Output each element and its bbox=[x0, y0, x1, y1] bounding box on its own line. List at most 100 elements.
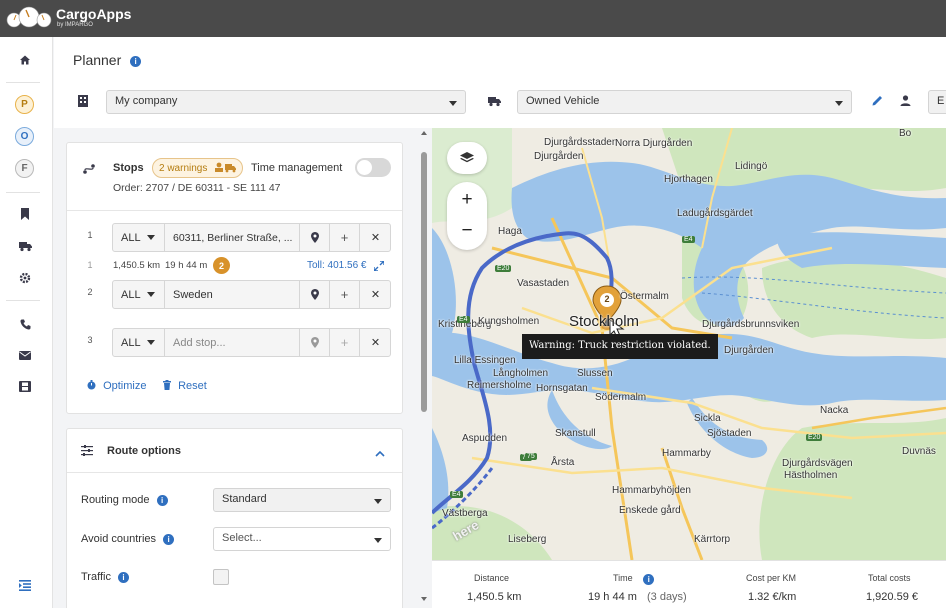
left-panel-scrollbar[interactable] bbox=[418, 128, 430, 608]
remove-stop-icon[interactable]: ✕ bbox=[360, 329, 391, 356]
road-badge: E4 bbox=[457, 316, 470, 323]
time-value-text: 19 h 44 m bbox=[588, 591, 637, 603]
zoom-out-button[interactable]: − bbox=[447, 218, 487, 246]
time-days: (3 days) bbox=[646, 591, 687, 603]
stop-type-select[interactable]: ALL bbox=[113, 329, 165, 356]
gear-icon[interactable] bbox=[15, 268, 35, 288]
time-management-toggle[interactable] bbox=[355, 158, 391, 177]
list-collapse-icon[interactable] bbox=[15, 575, 35, 595]
map-label: Hästholmen bbox=[784, 470, 838, 481]
extra-select[interactable]: E bbox=[928, 90, 946, 114]
map-label: Bo bbox=[899, 128, 912, 139]
chevron-up-icon[interactable] bbox=[375, 446, 385, 460]
pencil-icon[interactable] bbox=[872, 95, 883, 109]
add-icon[interactable]: + bbox=[330, 224, 360, 251]
company-select[interactable]: My company bbox=[106, 90, 466, 114]
map-label: Hjorthagen bbox=[664, 174, 713, 185]
traffic-label: Traffic i bbox=[81, 571, 130, 583]
home-icon[interactable] bbox=[15, 50, 35, 70]
route-leg: 1 1,450.5 km 19 h 44 m 2 Toll: 401.56 € bbox=[67, 256, 402, 276]
traffic-checkbox[interactable] bbox=[213, 569, 229, 585]
add-icon[interactable]: + bbox=[330, 329, 360, 356]
planner-o-button[interactable]: O bbox=[15, 127, 34, 146]
vehicle-select[interactable]: Owned Vehicle bbox=[517, 90, 852, 114]
map-label: Kärrtorp bbox=[694, 534, 731, 545]
routing-mode-select[interactable]: Standard bbox=[213, 488, 391, 512]
map-label: Aspudden bbox=[462, 433, 508, 444]
map-label: Skanstull bbox=[555, 428, 596, 439]
stop-input-group: ALL 60311, Berliner Straße, ... + ✕ bbox=[112, 223, 391, 252]
trash-icon bbox=[163, 380, 171, 393]
map-label: Liseberg bbox=[508, 534, 547, 545]
info-icon[interactable]: i bbox=[163, 534, 175, 545]
zoom-in-button[interactable]: + bbox=[447, 186, 487, 214]
remove-stop-icon[interactable]: ✕ bbox=[360, 224, 391, 251]
info-icon[interactable]: i bbox=[156, 495, 168, 506]
location-pin-icon[interactable] bbox=[300, 329, 330, 356]
map-label: Ladugårdsgärdet bbox=[677, 208, 753, 219]
warnings-badge[interactable]: 2 warnings bbox=[152, 158, 244, 178]
scrollbar-thumb[interactable] bbox=[421, 152, 427, 412]
planner-p-button[interactable]: P bbox=[15, 95, 34, 114]
leg-number: 1 bbox=[87, 260, 93, 270]
map-label: Slussen bbox=[577, 368, 613, 379]
user-icon[interactable] bbox=[900, 95, 911, 109]
road-badge: E4 bbox=[450, 491, 463, 498]
chevron-down-icon bbox=[374, 499, 382, 504]
optimize-button[interactable]: Optimize bbox=[87, 380, 146, 393]
map-label: Östermalm bbox=[620, 291, 669, 302]
remove-stop-icon[interactable]: ✕ bbox=[360, 281, 391, 308]
add-stop-input[interactable]: Add stop... bbox=[165, 329, 300, 356]
mail-icon[interactable] bbox=[15, 345, 35, 365]
route-options-header[interactable]: Route options bbox=[67, 429, 402, 473]
zoom-controls: + − bbox=[447, 182, 487, 250]
map-label: Djurgårdsvägen bbox=[782, 458, 853, 469]
app-byline: by IMPARGO bbox=[57, 22, 93, 28]
map-label: Sjöstaden bbox=[707, 428, 752, 439]
phone-icon[interactable] bbox=[15, 314, 35, 334]
time-value: 19 h 44 m (3 days) bbox=[588, 591, 687, 603]
layers-button[interactable] bbox=[447, 142, 487, 174]
total-costs-value: 1,920.59 € bbox=[866, 591, 918, 603]
routing-mode-text: Routing mode bbox=[81, 494, 150, 506]
stop-type-select[interactable]: ALL bbox=[113, 224, 165, 251]
stop-input-group: ALL Sweden + ✕ bbox=[112, 280, 391, 309]
stop-type-value: ALL bbox=[121, 231, 141, 244]
map-label: Västberga bbox=[442, 508, 488, 519]
stopwatch-icon bbox=[87, 380, 96, 393]
toll-link[interactable]: Toll: 401.56 € bbox=[307, 260, 367, 271]
truck-icon[interactable] bbox=[15, 236, 35, 256]
map-label: Hammarby bbox=[662, 448, 711, 459]
reset-label: Reset bbox=[178, 380, 207, 392]
location-pin-icon[interactable] bbox=[300, 281, 330, 308]
info-icon[interactable]: i bbox=[643, 574, 655, 585]
avoid-countries-select[interactable]: Select... bbox=[213, 527, 391, 551]
location-pin-icon[interactable] bbox=[300, 224, 330, 251]
order-info: Order: 2707 / DE 60311 - SE 111 47 bbox=[113, 182, 281, 194]
leg-time: 19 h 44 m bbox=[165, 260, 208, 271]
info-icon[interactable]: i bbox=[118, 572, 130, 583]
distance-label: Distance bbox=[474, 573, 510, 583]
reset-button[interactable]: Reset bbox=[163, 380, 207, 393]
info-icon[interactable]: i bbox=[130, 56, 142, 67]
film-icon[interactable] bbox=[15, 376, 35, 396]
bookmark-icon[interactable] bbox=[15, 204, 35, 224]
stops-title: Stops bbox=[113, 162, 144, 174]
stop-address-input[interactable]: Sweden bbox=[165, 281, 300, 308]
expand-icon[interactable] bbox=[373, 260, 385, 274]
distance-value: 1,450.5 km bbox=[467, 591, 522, 603]
stop-row: 2 ALL Sweden + ✕ bbox=[67, 280, 402, 309]
chevron-down-icon bbox=[449, 101, 457, 106]
app-name: CargoApps bbox=[56, 6, 132, 22]
route-pin-count[interactable]: 2 bbox=[601, 294, 613, 304]
leg-warning-badge[interactable]: 2 bbox=[213, 257, 230, 274]
stop-address-input[interactable]: 60311, Berliner Straße, ... bbox=[165, 224, 300, 251]
vehicle-truck-icon bbox=[488, 96, 501, 110]
routing-mode-label: Routing mode i bbox=[81, 494, 168, 506]
map-label: Årsta bbox=[551, 457, 575, 468]
stop-type-select[interactable]: ALL bbox=[113, 281, 165, 308]
map-label: Södermalm bbox=[595, 392, 647, 403]
add-icon[interactable]: + bbox=[330, 281, 360, 308]
planner-f-button[interactable]: F bbox=[15, 159, 34, 178]
chevron-down-icon bbox=[835, 101, 843, 106]
